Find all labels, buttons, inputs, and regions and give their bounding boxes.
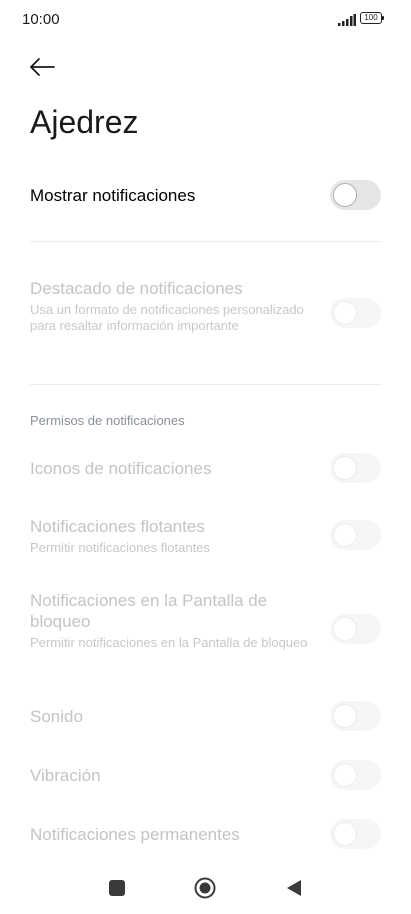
lockscreen-notifications-description: Permitir notificaciones en la Pantalla d…: [30, 635, 308, 650]
toggle-knob: [333, 523, 357, 547]
highlight-notifications-description: Usa un formato de notificaciones persona…: [30, 302, 304, 333]
system-nav-bar: [0, 862, 411, 914]
toggle-knob: [333, 704, 357, 728]
show-notifications-toggle[interactable]: [330, 180, 381, 210]
notification-icons-label: Iconos de notificaciones: [30, 459, 212, 478]
toggle-knob: [333, 822, 357, 846]
battery-icon: 100: [360, 12, 386, 26]
toggle-knob: [333, 301, 357, 325]
highlight-notifications-row[interactable]: Destacado de notificaciones Usa un forma…: [30, 278, 382, 334]
lockscreen-notifications-row[interactable]: Notificaciones en la Pantalla de bloqueo…: [30, 590, 382, 651]
status-bar: 10:00 100: [0, 0, 411, 40]
recents-button[interactable]: [105, 876, 129, 900]
vibration-toggle[interactable]: [330, 760, 381, 790]
toggle-knob: [333, 617, 357, 641]
notification-icons-toggle[interactable]: [330, 453, 381, 483]
divider: [30, 241, 382, 242]
sound-label: Sonido: [30, 707, 83, 726]
section-header: Permisos de notificaciones: [30, 413, 185, 428]
persistent-notifications-toggle[interactable]: [330, 819, 381, 849]
divider: [30, 384, 382, 385]
highlight-notifications-label: Destacado de notificaciones: [30, 279, 243, 298]
page-title: Ajedrez: [30, 104, 139, 140]
toggle-knob: [333, 456, 357, 480]
lockscreen-notifications-label: Notificaciones en la Pantalla de bloqueo: [30, 591, 268, 631]
sound-toggle[interactable]: [330, 701, 381, 731]
vibration-label: Vibración: [30, 766, 101, 785]
home-button[interactable]: [193, 876, 217, 900]
nav-back-button[interactable]: [282, 876, 306, 900]
battery-level: 100: [360, 12, 382, 24]
floating-notifications-description: Permitir notificaciones flotantes: [30, 540, 210, 555]
show-notifications-label: Mostrar notificaciones: [30, 186, 196, 205]
toggle-knob: [333, 763, 357, 787]
square-icon: [109, 880, 125, 896]
status-time: 10:00: [22, 11, 60, 28]
lockscreen-notifications-toggle[interactable]: [330, 614, 381, 644]
arrow-left-icon: [30, 58, 55, 76]
floating-notifications-toggle[interactable]: [330, 520, 381, 550]
highlight-notifications-toggle[interactable]: [330, 298, 381, 328]
circle-icon: [194, 877, 216, 899]
signal-icon: [338, 14, 356, 26]
floating-notifications-label: Notificaciones flotantes: [30, 517, 205, 536]
back-button[interactable]: [28, 52, 58, 82]
persistent-notifications-label: Notificaciones permanentes: [30, 825, 240, 844]
toggle-knob: [333, 183, 357, 207]
triangle-back-icon: [287, 880, 301, 896]
